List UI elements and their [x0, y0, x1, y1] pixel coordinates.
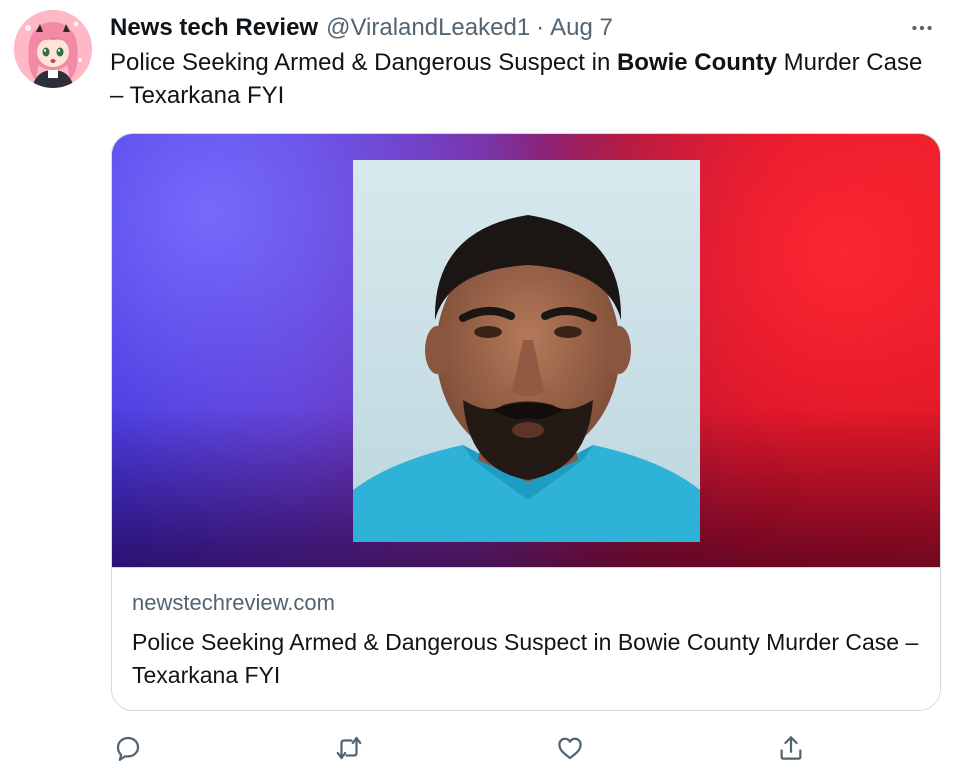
card-title: Police Seeking Armed & Dangerous Suspect…	[132, 629, 919, 688]
separator-dot: ·	[536, 14, 545, 41]
tweet: News tech Review @ViralandLeaked1 · Aug …	[0, 0, 960, 774]
tweet-text: Police Seeking Armed & Dangerous Suspect…	[110, 46, 940, 112]
card-image[interactable]	[112, 134, 940, 567]
like-icon[interactable]	[552, 730, 588, 766]
retweet-icon[interactable]	[331, 730, 367, 766]
tweet-text-part1: Police Seeking Armed & Dangerous Suspect…	[110, 49, 617, 76]
tweet-text-bold: Bowie County	[616, 49, 777, 76]
card-info[interactable]: newstechreview.com Police Seeking Armed …	[112, 567, 940, 710]
tweet-header: News tech Review @ViralandLeaked1 · Aug …	[110, 12, 940, 44]
more-options-icon[interactable]	[904, 12, 940, 44]
avatar[interactable]	[14, 10, 92, 88]
card-domain: newstechreview.com	[132, 590, 335, 615]
share-icon[interactable]	[773, 730, 809, 766]
display-name[interactable]: News tech Review	[110, 14, 318, 42]
suspect-photo	[353, 160, 700, 542]
user-handle[interactable]: @ViralandLeaked1	[326, 14, 530, 42]
action-bar	[110, 730, 830, 766]
avatar-image	[14, 10, 92, 88]
tweet-date[interactable]: Aug 7	[550, 14, 613, 42]
reply-icon[interactable]	[110, 730, 146, 766]
link-card[interactable]: newstechreview.com Police Seeking Armed …	[111, 133, 941, 711]
